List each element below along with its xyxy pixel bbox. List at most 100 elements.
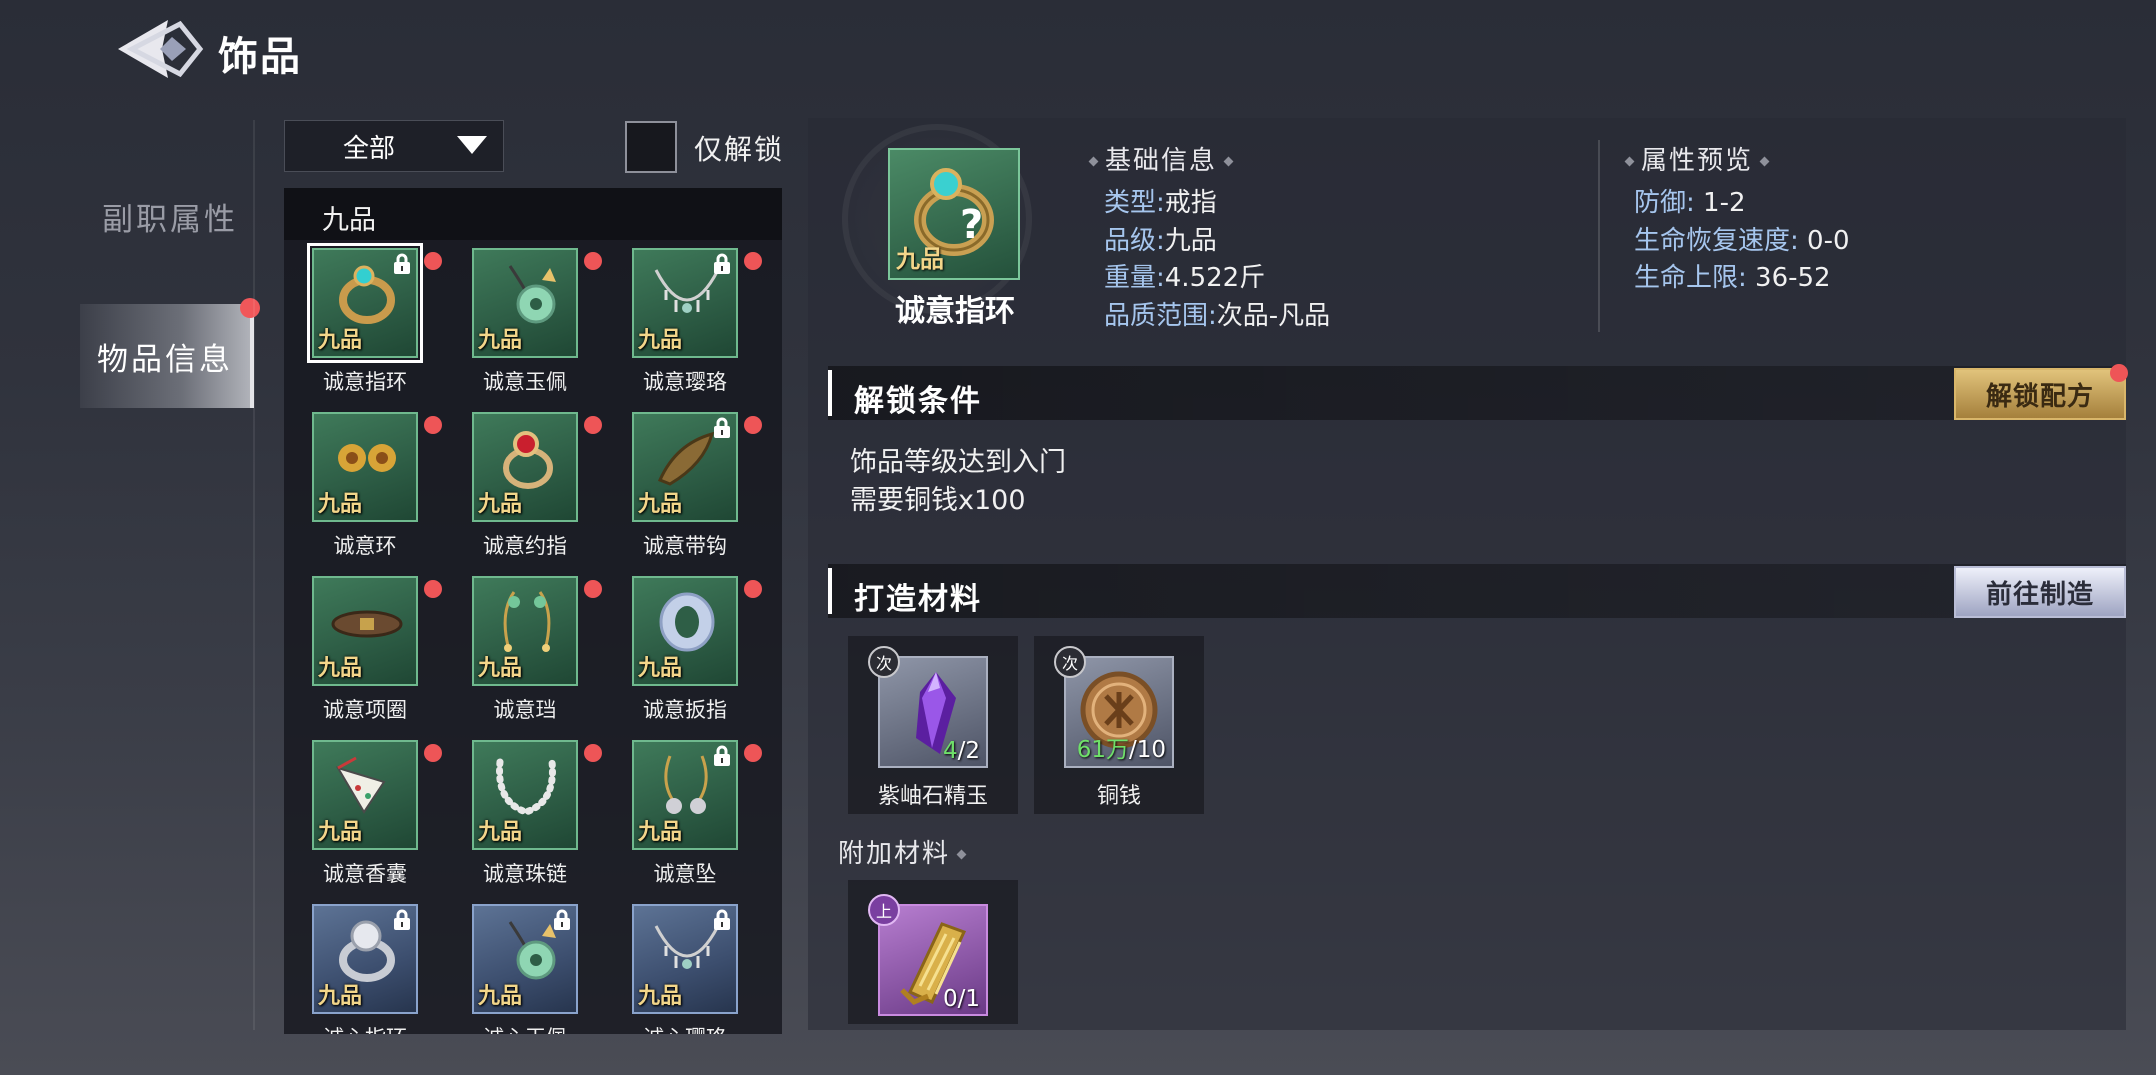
- item-grade: 九品: [638, 492, 683, 517]
- lock-icon: [714, 253, 730, 274]
- group-label: 九品: [322, 205, 376, 236]
- item-card: 九品: [312, 904, 418, 1014]
- item-cell[interactable]: 九品 诚意璎珞: [598, 248, 762, 406]
- item-card: 九品: [632, 576, 738, 686]
- item-card: 九品: [472, 412, 578, 522]
- material-count: 4/2: [942, 738, 980, 764]
- item-cell[interactable]: 九品 诚意珠链: [438, 740, 602, 898]
- alert-dot: [744, 580, 762, 598]
- attr-max-hp: 生命上限: 36-52: [1634, 263, 1831, 293]
- diamond-icon: [1624, 156, 1635, 167]
- item-name: 诚意项圈: [323, 698, 407, 722]
- item-card: 九品: [632, 248, 738, 358]
- collar-icon: [331, 610, 403, 638]
- craft-title: 打造材料: [854, 582, 982, 617]
- item-name: 诚意环: [333, 534, 397, 558]
- item-card: 九品: [472, 248, 578, 358]
- item-cell[interactable]: 九品 诚意扳指: [598, 576, 762, 734]
- info-weight: 重量:4.522斤: [1104, 263, 1266, 293]
- grade-group-header: 九品: [284, 188, 782, 240]
- item-grade: 九品: [638, 820, 683, 845]
- unlock-alert-dot: [2110, 364, 2128, 382]
- material-card: 上 0/1: [868, 894, 988, 1016]
- item-grade: 九品: [478, 492, 523, 517]
- item-name: 诚意带钩: [643, 534, 727, 558]
- item-cell[interactable]: 九品诚意坠: [598, 740, 762, 898]
- lock-icon: [394, 909, 410, 930]
- thumb-ring-icon: [659, 592, 715, 652]
- item-name: 诚心玉佩: [438, 1022, 612, 1034]
- material-count: 61万/10: [1076, 737, 1166, 763]
- item-cell[interactable]: 九品诚心璎珞: [598, 904, 756, 1034]
- item-list[interactable]: 九品 九品 诚意指环 九品 诚意玉佩 九品 诚意璎珞 九品 诚意环 九品 诚意约指 九品 诚意带钩 九品…: [284, 188, 782, 1034]
- info-quality-range: 品质范围:次品-凡品: [1104, 301, 1331, 331]
- item-grade: 九品: [478, 656, 523, 681]
- extra-material-slot[interactable]: 上 0/1: [848, 880, 1018, 1024]
- diamond-icon: [956, 849, 967, 860]
- info-type: 类型:戒指: [1104, 188, 1217, 218]
- material-name: 紫岫石精玉: [877, 784, 988, 809]
- item-cell[interactable]: 九品 诚意珰: [438, 576, 602, 734]
- item-card: 九品: [472, 576, 578, 686]
- unlock-only-checkbox[interactable]: [625, 121, 677, 173]
- unlock-title: 解锁条件: [854, 384, 982, 419]
- material-count: 0/1: [942, 986, 980, 1012]
- item-card: 九品: [472, 740, 578, 850]
- lock-icon: [714, 745, 730, 766]
- item-cell[interactable]: 九品诚心指环: [284, 904, 436, 1034]
- item-cell[interactable]: 九品诚意项圈: [284, 576, 442, 734]
- alert-dot: [744, 744, 762, 762]
- item-grade: 九品: [318, 492, 363, 517]
- item-name: 诚意坠: [653, 862, 717, 886]
- page-title: 饰品: [218, 34, 302, 80]
- tab-alert-dot: [240, 298, 260, 318]
- material-slot[interactable]: 次 4/2 紫岫石精玉: [848, 636, 1018, 814]
- item-card: 九品: [312, 412, 418, 522]
- item-grade: 九品: [638, 656, 683, 681]
- material-card: 次 61万/10: [1054, 646, 1174, 768]
- attr-hp-regen: 生命恢复速度: 0-0: [1634, 226, 1850, 256]
- go-craft-button[interactable]: 前往制造: [1954, 566, 2126, 618]
- quality-badge: 上: [868, 894, 900, 926]
- item-name: 诚意香囊: [323, 862, 407, 886]
- lock-icon: [554, 909, 570, 930]
- item-name: 诚意珠链: [483, 862, 567, 886]
- back-arrow-icon: [118, 20, 204, 78]
- material-slot[interactable]: 次 61万/10 铜钱: [1034, 636, 1204, 814]
- lock-icon: [714, 909, 730, 930]
- unlock-only-label: 仅解锁: [694, 133, 785, 166]
- item-cell[interactable]: 九品 诚意约指: [438, 412, 602, 570]
- item-cell[interactable]: 九品诚意带钩: [598, 412, 762, 570]
- item-name: 诚意玉佩: [483, 370, 567, 394]
- diamond-icon: [1088, 156, 1099, 167]
- item-card: 九品: [307, 243, 423, 363]
- info-divider: [1598, 140, 1600, 332]
- item-card: 九品: [632, 412, 738, 522]
- item-card: 九品: [632, 904, 738, 1014]
- item-grade: 九品: [478, 984, 523, 1009]
- tab-item-info[interactable]: 物品信息: [80, 304, 254, 408]
- unknown-mark-icon: ?: [960, 202, 983, 248]
- unlock-recipe-button[interactable]: 解锁配方: [1954, 368, 2126, 420]
- back-button[interactable]: [110, 14, 210, 84]
- preview-grade: 九品: [896, 245, 944, 273]
- attr-preview-title: 属性预览: [1618, 140, 1776, 177]
- material-name: 铜钱: [1096, 784, 1141, 809]
- tab-sub-attributes[interactable]: 副职属性: [80, 164, 260, 268]
- tab-label: 副职属性: [102, 201, 238, 238]
- item-name: 诚心指环: [284, 1022, 452, 1034]
- selected-item-icon: ? 九品: [888, 148, 1020, 280]
- item-cell[interactable]: 九品诚心玉佩: [438, 904, 596, 1034]
- extra-material-title: 附加材料: [838, 833, 973, 870]
- category-selected: 全部: [343, 133, 396, 164]
- item-grade: 九品: [318, 820, 363, 845]
- item-cell[interactable]: 九品 诚意指环: [284, 243, 442, 406]
- item-name: 诚心璎珞: [598, 1022, 772, 1034]
- alert-dot: [744, 416, 762, 434]
- ear-pendant-icon: [503, 591, 551, 652]
- unlock-section-bar: 解锁条件: [828, 366, 2126, 420]
- item-cell[interactable]: 九品诚意环: [284, 412, 442, 570]
- item-grade: 九品: [318, 656, 363, 681]
- item-cell[interactable]: 九品诚意香囊: [284, 740, 442, 898]
- item-cell[interactable]: 九品 诚意玉佩: [438, 248, 602, 406]
